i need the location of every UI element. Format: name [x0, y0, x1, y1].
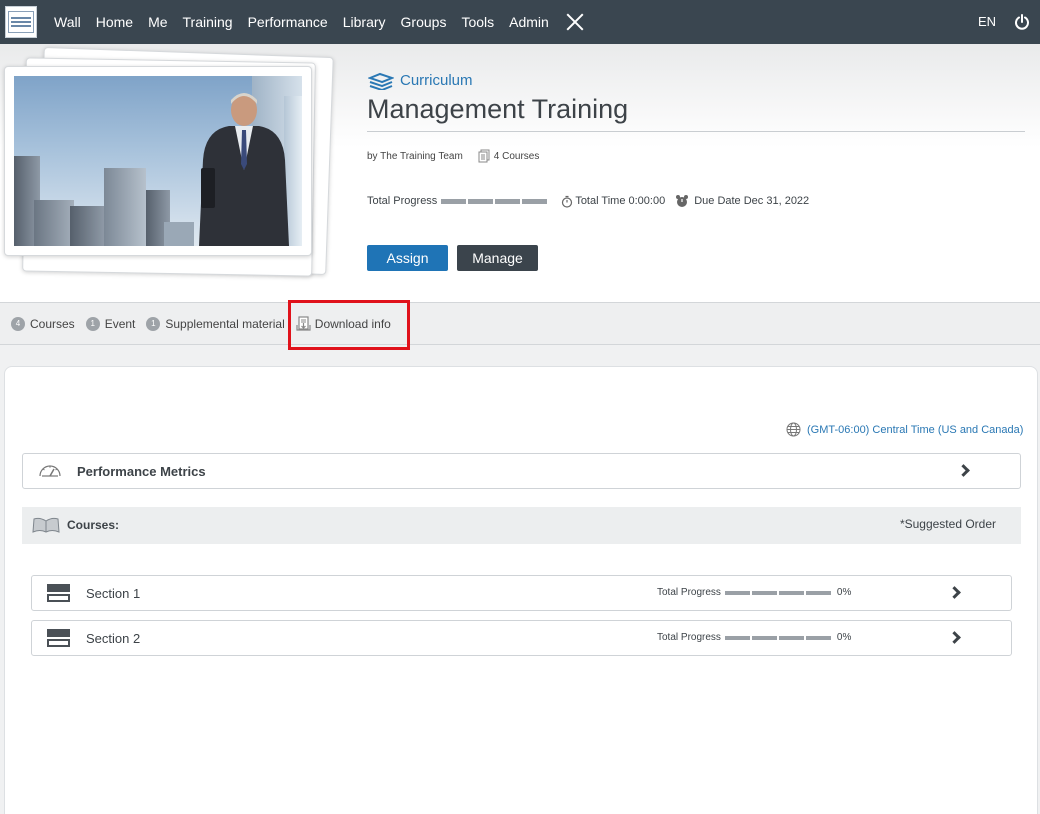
- nav-item-performance[interactable]: Performance: [248, 14, 328, 30]
- alarm-clock-icon: [676, 195, 689, 207]
- title-divider: [367, 131, 1025, 132]
- tab-courses[interactable]: 4 Courses: [11, 316, 75, 331]
- tab-supplemental-material[interactable]: 1 Supplemental material: [146, 316, 285, 331]
- main-nav: Wall Home Me Training Performance Librar…: [54, 0, 584, 44]
- category-row: Curriculum: [368, 70, 473, 90]
- section-icon: [47, 584, 70, 602]
- course-count-label: 4 Courses: [493, 150, 540, 162]
- total-progress-label: Total Progress: [367, 195, 438, 207]
- highlight-box: [288, 300, 410, 350]
- chevron-right-icon[interactable]: [948, 631, 961, 644]
- courses-heading: Courses:: [67, 518, 120, 532]
- count-badge: 4: [11, 316, 25, 331]
- section-progress: Total Progress 0%: [657, 632, 851, 643]
- section-progress-bar: [724, 635, 831, 640]
- nav-item-admin[interactable]: Admin: [509, 14, 549, 30]
- course-cover-image: [14, 76, 302, 246]
- section-progress-label: Total Progress: [657, 587, 721, 598]
- section-name: Section 2: [86, 631, 141, 646]
- content-tabs: 4 Courses 1 Event 1 Supplemental materia…: [0, 302, 1040, 345]
- section-row-1[interactable]: Section 1 Total Progress 0%: [31, 575, 1012, 611]
- section-name: Section 1: [86, 586, 141, 601]
- assign-button[interactable]: Assign: [367, 245, 448, 271]
- top-navigation-bar: Wall Home Me Training Performance Librar…: [0, 0, 1040, 44]
- total-progress-bar: [441, 198, 548, 204]
- due-date-label: Due Date Dec 31, 2022: [694, 195, 810, 207]
- section-progress-bar: [724, 590, 831, 595]
- page-title: Management Training: [367, 94, 629, 124]
- books-icon: [368, 72, 394, 90]
- timezone-link[interactable]: (GMT-06:00) Central Time (US and Canada): [786, 422, 1023, 437]
- section-progress-value: 0%: [836, 587, 852, 598]
- timezone-label: (GMT-06:00) Central Time (US and Canada): [807, 423, 1024, 436]
- count-badge: 1: [85, 316, 100, 331]
- businessman-figure: [199, 93, 289, 246]
- nav-item-tools[interactable]: Tools: [461, 14, 494, 30]
- section-progress-value: 0%: [836, 632, 852, 643]
- category-label[interactable]: Curriculum: [400, 72, 473, 89]
- chevron-right-icon[interactable]: [948, 586, 961, 599]
- section-progress: Total Progress 0%: [657, 587, 851, 598]
- section-progress-label: Total Progress: [657, 632, 721, 643]
- power-icon[interactable]: [1014, 14, 1030, 30]
- course-count: 4 Courses: [477, 149, 540, 163]
- section-row-2[interactable]: Section 2 Total Progress 0%: [31, 620, 1012, 656]
- suggested-order-label: *Suggested Order: [899, 517, 996, 531]
- close-x-icon[interactable]: [566, 13, 584, 31]
- open-book-icon: [32, 517, 60, 533]
- curriculum-meta: by The Training Team 4 Courses: [367, 149, 539, 163]
- count-badge: 1: [146, 316, 161, 331]
- total-time-label: Total Time 0:00:00: [575, 195, 666, 207]
- progress-row: Total Progress Total Time 0:00:00 Due Da…: [367, 194, 809, 208]
- nav-item-groups[interactable]: Groups: [401, 14, 447, 30]
- nav-item-me[interactable]: Me: [148, 14, 167, 30]
- tab-label: Supplemental material: [165, 316, 285, 331]
- org-logo-icon[interactable]: [5, 6, 37, 38]
- nav-item-wall[interactable]: Wall: [54, 14, 81, 30]
- chevron-right-icon[interactable]: [957, 464, 970, 477]
- tab-label: Courses: [30, 316, 75, 331]
- language-selector[interactable]: EN: [978, 14, 996, 29]
- section-icon: [47, 629, 70, 647]
- manage-button[interactable]: Manage: [457, 245, 538, 271]
- curriculum-header: Curriculum Management Training by The Tr…: [0, 44, 1040, 302]
- tab-event[interactable]: 1 Event: [85, 316, 136, 331]
- nav-item-training[interactable]: Training: [183, 14, 233, 30]
- author-label: by The Training Team: [367, 150, 463, 162]
- stopwatch-icon: [562, 195, 573, 208]
- documents-icon: [478, 149, 490, 163]
- nav-item-home[interactable]: Home: [96, 14, 133, 30]
- nav-item-library[interactable]: Library: [343, 14, 386, 30]
- globe-icon: [786, 422, 801, 437]
- performance-metrics-label: Performance Metrics: [77, 463, 206, 479]
- performance-metrics-row[interactable]: Performance Metrics: [22, 453, 1021, 489]
- tab-label: Event: [104, 316, 136, 331]
- due-date: Due Date Dec 31, 2022: [675, 194, 809, 208]
- courses-header: Courses: *Suggested Order: [22, 507, 1021, 544]
- total-time: Total Time 0:00:00: [561, 195, 665, 208]
- gauge-icon: [39, 465, 61, 477]
